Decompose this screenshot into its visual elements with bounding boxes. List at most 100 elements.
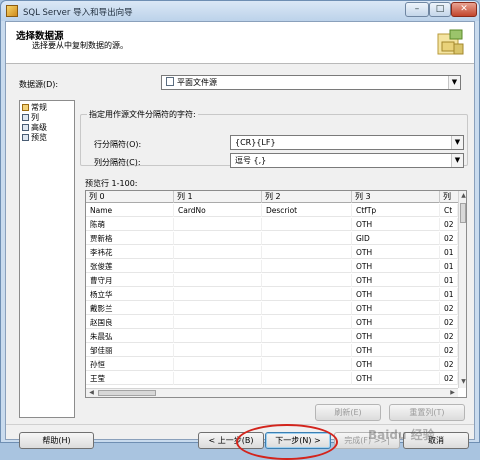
table-row[interactable]: 戴影兰 OTH 02	[86, 302, 458, 315]
table-cell	[174, 274, 262, 287]
row-delimiter-label: 行分隔符(O):	[94, 140, 142, 149]
vertical-scrollbar[interactable]: ▲ ▼	[458, 191, 466, 388]
table-cell: 01	[440, 288, 458, 301]
maximize-button[interactable]: □	[429, 2, 451, 17]
table-cell	[262, 246, 352, 259]
table-cell: 张俊莲	[86, 260, 174, 273]
footer-divider	[6, 424, 474, 425]
table-cell: 邹佳丽	[86, 344, 174, 357]
chevron-down-icon[interactable]: ▼	[448, 76, 460, 89]
column-delimiter-select[interactable]: 逗号 {,} ▼	[230, 153, 464, 168]
table-row[interactable]: 贾新格 GID 02	[86, 232, 458, 245]
table-cell: 杨立华	[86, 288, 174, 301]
scroll-up-icon[interactable]: ▲	[459, 192, 466, 199]
nav-item-label: 列	[31, 113, 39, 122]
table-cell	[174, 330, 262, 343]
reset-columns-button[interactable]: 重置列(T)	[389, 404, 465, 421]
minimize-button[interactable]: –	[405, 2, 429, 17]
table-cell: 陈萌	[86, 218, 174, 231]
table-cell	[262, 330, 352, 343]
wizard-window: SQL Server 导入和导出向导 – □ ✕ 选择数据源 选择要从中复制数据…	[0, 0, 480, 460]
table-cell: 孙恒	[86, 358, 174, 371]
table-row[interactable]: 杨立华 OTH 01	[86, 288, 458, 301]
title-bar[interactable]: SQL Server 导入和导出向导 – □ ✕	[1, 1, 479, 21]
table-cell: OTH	[352, 302, 440, 315]
window-title: SQL Server 导入和导出向导	[23, 8, 133, 18]
table-cell	[262, 260, 352, 273]
table-cell	[262, 274, 352, 287]
nav-item-general[interactable]: 常规	[22, 103, 47, 113]
delimiter-group-title: 指定用作源文件分隔符的字符:	[87, 109, 198, 120]
horizontal-scroll-thumb[interactable]	[98, 390, 156, 396]
table-cell: 戴影兰	[86, 302, 174, 315]
chevron-down-icon[interactable]: ▼	[451, 136, 463, 149]
refresh-button[interactable]: 刷新(E)	[315, 404, 381, 421]
table-cell: Name	[86, 204, 174, 217]
preview-grid[interactable]: 列 0 列 1 列 2 列 3 列 Name CardNo Descriot CtfT…	[85, 190, 467, 398]
table-cell: OTH	[352, 358, 440, 371]
column-header[interactable]: 列 2	[262, 191, 352, 203]
column-delimiter-value: 逗号 {,}	[235, 156, 267, 165]
table-cell: 02	[440, 344, 458, 357]
table-row[interactable]: 王莹 OTH 02	[86, 372, 458, 385]
table-cell	[262, 232, 352, 245]
table-cell	[262, 302, 352, 315]
wizard-database-icon	[437, 29, 464, 55]
table-cell: 李祎花	[86, 246, 174, 259]
table-row[interactable]: 曹守月 OTH 01	[86, 274, 458, 287]
grid-header: 列 0 列 1 列 2 列 3 列	[86, 191, 458, 203]
table-cell: GID	[352, 232, 440, 245]
table-row[interactable]: 孙恒 OTH 02	[86, 358, 458, 371]
watermark: Baidu 经验	[368, 428, 435, 442]
table-row[interactable]: 赵国良 OTH 02	[86, 316, 458, 329]
table-cell	[262, 288, 352, 301]
scroll-left-icon[interactable]: ◀	[87, 389, 96, 396]
vertical-scroll-thumb[interactable]	[460, 203, 466, 223]
preview-rows-label: 预览行 1-100:	[85, 179, 138, 188]
table-row[interactable]: 张俊莲 OTH 01	[86, 260, 458, 273]
table-cell: OTH	[352, 316, 440, 329]
table-cell: 02	[440, 330, 458, 343]
table-cell	[262, 372, 352, 385]
table-row[interactable]: 李祎花 OTH 01	[86, 246, 458, 259]
table-cell: 02	[440, 218, 458, 231]
table-row[interactable]: Name CardNo Descriot CtfTp Ct	[86, 204, 458, 217]
table-cell: OTH	[352, 260, 440, 273]
nav-item-columns[interactable]: 列	[22, 113, 39, 123]
close-button[interactable]: ✕	[451, 2, 477, 17]
column-header[interactable]: 列	[440, 191, 458, 203]
help-button[interactable]: 帮助(H)	[19, 432, 94, 449]
preview-page-icon	[22, 134, 29, 141]
table-cell: 曹守月	[86, 274, 174, 287]
general-page-icon	[22, 104, 29, 111]
table-cell	[174, 246, 262, 259]
scroll-down-icon[interactable]: ▼	[459, 378, 466, 385]
table-row[interactable]: 朱晨弘 OTH 02	[86, 330, 458, 343]
table-cell: 01	[440, 246, 458, 259]
nav-item-preview[interactable]: 预览	[22, 133, 47, 143]
table-cell: 王莹	[86, 372, 174, 385]
table-cell: Descriot	[262, 204, 352, 217]
table-cell	[262, 344, 352, 357]
table-cell: OTH	[352, 344, 440, 357]
table-row[interactable]: 邹佳丽 OTH 02	[86, 344, 458, 357]
table-cell	[174, 358, 262, 371]
column-header[interactable]: 列 1	[174, 191, 262, 203]
row-delimiter-select[interactable]: {CR}{LF} ▼	[230, 135, 464, 150]
scroll-right-icon[interactable]: ▶	[448, 389, 457, 396]
chevron-down-icon[interactable]: ▼	[451, 154, 463, 167]
column-header[interactable]: 列 3	[352, 191, 440, 203]
table-cell: OTH	[352, 372, 440, 385]
table-cell	[174, 288, 262, 301]
row-delimiter-value: {CR}{LF}	[235, 138, 276, 147]
column-header[interactable]: 列 0	[86, 191, 174, 203]
table-cell	[262, 218, 352, 231]
table-cell	[174, 344, 262, 357]
table-row[interactable]: 陈萌 OTH 02	[86, 218, 458, 231]
table-cell: Ct	[440, 204, 458, 217]
wizard-header: 选择数据源 选择要从中复制数据的源。	[6, 22, 474, 64]
datasource-select[interactable]: 平面文件源 ▼	[161, 75, 461, 90]
flat-file-icon	[166, 77, 174, 86]
nav-item-advanced[interactable]: 高级	[22, 123, 47, 133]
horizontal-scrollbar[interactable]: ◀ ▶	[86, 388, 458, 397]
